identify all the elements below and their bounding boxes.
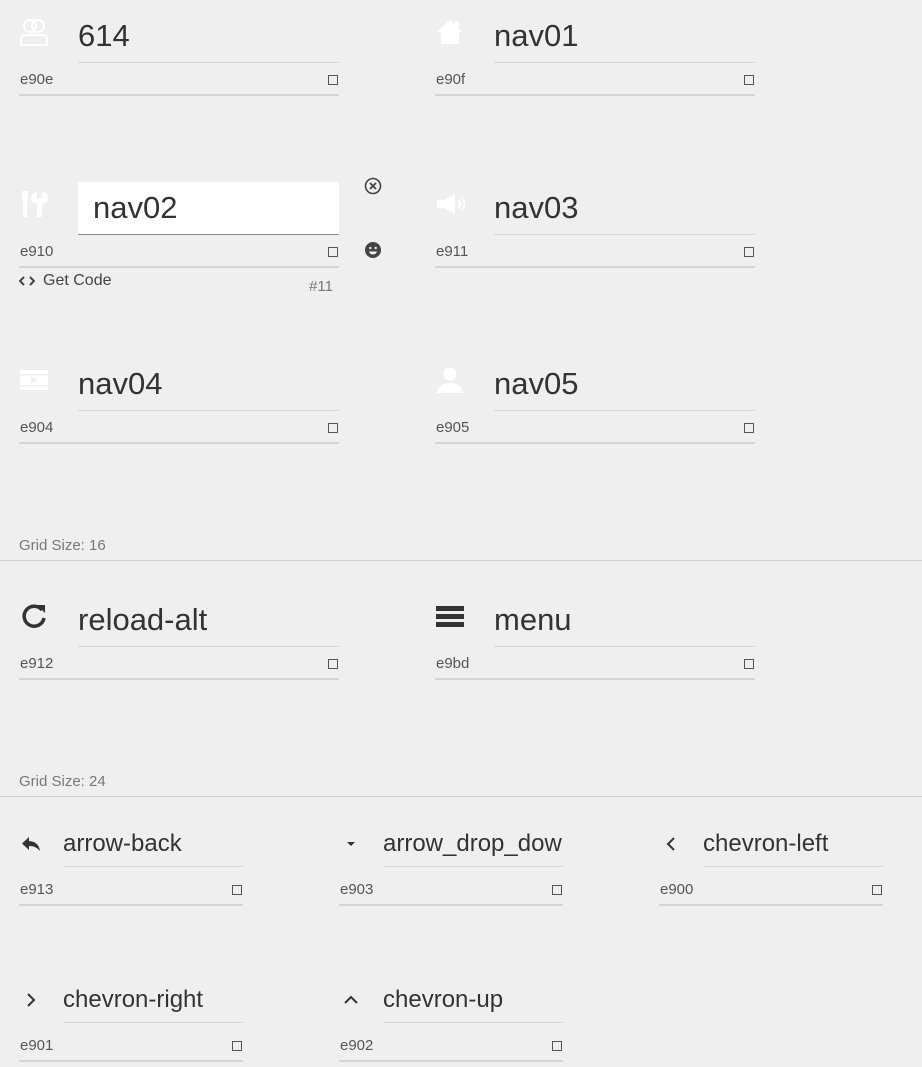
select-checkbox[interactable] [552,885,562,895]
select-checkbox[interactable] [232,885,242,895]
tools-icon [19,178,49,230]
select-checkbox[interactable] [552,1041,562,1051]
glyph-index: #11 [309,278,333,295]
users-icon [19,6,49,58]
glyph-code: e904 [19,412,339,444]
glyph-card-nav03[interactable]: nav03 e911 [435,178,755,270]
get-code-label: Get Code [43,272,112,289]
chevron-left-icon [659,822,683,866]
select-checkbox[interactable] [744,659,754,669]
glyph-code: e903 [339,874,563,906]
chevron-right-icon [19,978,43,1022]
glyph-card-nav02[interactable]: nav02 e910 [19,178,339,270]
glyph-name: chevron-left [703,822,883,867]
select-checkbox[interactable] [744,423,754,433]
glyph-name: nav01 [494,10,755,63]
video-icon [19,354,49,406]
glyph-card-chevron-right[interactable]: chevron-right e901 [19,978,243,1062]
section-header-grid-16: Grid Size: 16 [0,532,922,561]
glyph-name: menu [494,594,755,647]
select-checkbox[interactable] [328,247,338,257]
glyph-card-nav05[interactable]: nav05 e905 [435,354,755,446]
glyph-code: e902 [339,1030,563,1062]
glyph-name: nav04 [78,358,339,411]
glyph-card-reload-alt[interactable]: reload-alt e912 [19,590,339,682]
arrow-drop-down-icon [339,822,363,866]
select-checkbox[interactable] [328,659,338,669]
glyph-code: e9bd [435,648,755,680]
glyph-name: chevron-right [63,978,243,1023]
glyph-card-nav04[interactable]: nav04 e904 [19,354,339,446]
select-checkbox[interactable] [328,423,338,433]
glyph-code: e90e [19,64,339,96]
glyph-name: arrow-back [63,822,243,867]
glyph-code: e901 [19,1030,243,1062]
chevron-up-icon [339,978,363,1022]
glyph-name: chevron-up [383,978,563,1023]
glyph-card-arrow-drop-down[interactable]: arrow_drop_down e903 [339,822,563,906]
glyph-code: e911 [435,236,755,268]
glyph-card-menu[interactable]: menu e9bd [435,590,755,682]
reload-icon [19,590,49,642]
glyph-card-arrow-back[interactable]: arrow-back e913 [19,822,243,906]
glyph-code: e910 [19,236,339,268]
select-checkbox[interactable] [872,885,882,895]
select-checkbox[interactable] [744,247,754,257]
glyph-code: e900 [659,874,883,906]
close-circle-icon[interactable] [363,176,383,196]
glyph-name: reload-alt [78,594,339,647]
person-icon [435,354,465,406]
select-checkbox[interactable] [232,1041,242,1051]
section-header-grid-24: Grid Size: 24 [0,768,922,797]
menu-icon [435,590,465,642]
home-icon [435,6,465,58]
glyph-name: nav05 [494,358,755,411]
glyph-card-chevron-left[interactable]: chevron-left e900 [659,822,883,906]
glyph-code: e905 [435,412,755,444]
glyph-code: e90f [435,64,755,96]
code-icon [19,275,35,287]
glyph-name: arrow_drop_down [383,822,563,867]
glyph-code: e912 [19,648,339,680]
megaphone-icon [435,178,465,230]
glyph-card-chevron-up[interactable]: chevron-up e902 [339,978,563,1062]
glyph-name: nav03 [494,182,755,235]
smiley-icon[interactable] [363,240,383,260]
get-code-button[interactable]: Get Code [19,272,111,290]
arrow-back-icon [19,822,43,866]
select-checkbox[interactable] [328,75,338,85]
select-checkbox[interactable] [744,75,754,85]
glyph-card-nav01[interactable]: nav01 e90f [435,6,755,98]
glyph-code: e913 [19,874,243,906]
glyph-card-614[interactable]: 614 e90e [19,6,339,98]
glyph-name: 614 [78,10,339,63]
glyph-name-input[interactable]: nav02 [78,182,339,235]
